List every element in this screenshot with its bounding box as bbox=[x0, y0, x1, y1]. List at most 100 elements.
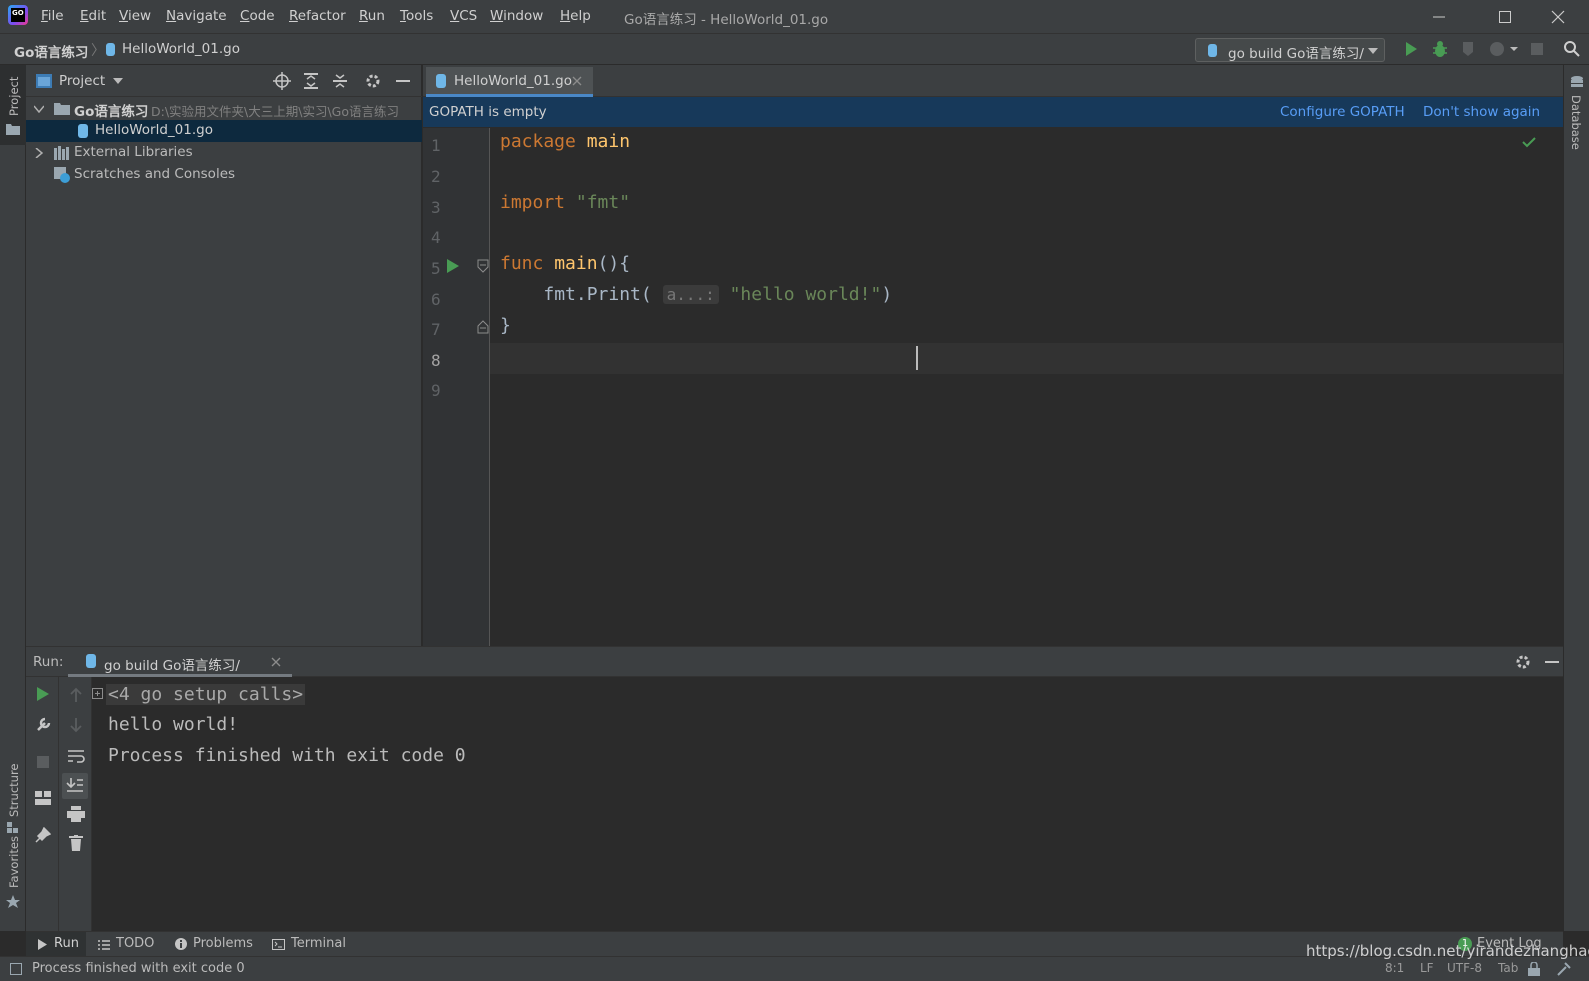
run-tab[interactable]: go build Go语言练习/ bbox=[68, 647, 292, 677]
tree-item-project-root[interactable]: Go语言练习 D:\实验用文件夹\大三上期\实习\Go语言练习 bbox=[26, 98, 422, 120]
star-icon bbox=[6, 895, 20, 908]
menu-navigate[interactable]: Navigate bbox=[166, 8, 227, 24]
call-expression: fmt.Print( bbox=[543, 284, 652, 305]
wrench-icon[interactable] bbox=[35, 717, 51, 733]
tree-item-scratches[interactable]: Scratches and Consoles bbox=[26, 164, 422, 186]
run-panel-label: Run: bbox=[33, 654, 64, 670]
database-tool-button[interactable]: Database bbox=[1564, 73, 1589, 158]
hide-panel-icon[interactable] bbox=[1544, 654, 1560, 670]
print-icon[interactable] bbox=[67, 806, 85, 822]
code-line-6[interactable]: fmt.Print( a...: "hello world!") bbox=[500, 284, 892, 305]
stop-button[interactable] bbox=[1530, 42, 1544, 56]
soft-wrap-icon[interactable] bbox=[67, 749, 85, 763]
close-tab-icon[interactable] bbox=[572, 76, 582, 86]
configure-gopath-link[interactable]: Configure GOPATH bbox=[1280, 104, 1405, 120]
search-icon bbox=[1564, 41, 1580, 57]
expand-all-icon[interactable] bbox=[303, 73, 319, 89]
right-tool-stripe: Database bbox=[1563, 65, 1589, 931]
code-line-3[interactable]: import "fmt" bbox=[500, 192, 630, 213]
run-tool-window: Run: go build Go语言练习/ <4 go setup calls>… bbox=[26, 646, 1563, 932]
tree-item-external-libraries[interactable]: External Libraries bbox=[26, 142, 422, 164]
minimize-button[interactable] bbox=[1429, 8, 1449, 26]
console-output[interactable] bbox=[92, 677, 1563, 932]
project-panel-header: Project bbox=[26, 65, 422, 97]
menu-view[interactable]: View bbox=[119, 8, 151, 24]
breadcrumb-project[interactable]: Go语言练习 bbox=[14, 41, 88, 61]
fold-open-icon[interactable] bbox=[477, 259, 489, 273]
line-separator[interactable]: LF bbox=[1420, 961, 1434, 975]
close-window-button[interactable] bbox=[1548, 8, 1568, 26]
debug-button[interactable] bbox=[1431, 40, 1449, 58]
search-everywhere-button[interactable] bbox=[1563, 40, 1581, 58]
tree-item-file[interactable]: HelloWorld_01.go bbox=[26, 120, 422, 142]
structure-tool-button[interactable]: Structure bbox=[0, 745, 26, 835]
trash-icon[interactable] bbox=[69, 835, 83, 851]
database-icon bbox=[1571, 76, 1583, 87]
hide-panel-icon[interactable] bbox=[395, 73, 411, 89]
scroll-to-end-button[interactable] bbox=[62, 773, 88, 799]
code-line-7[interactable]: } bbox=[500, 315, 511, 336]
tool-tab-terminal[interactable]: Terminal bbox=[272, 932, 362, 957]
rerun-icon[interactable] bbox=[36, 686, 50, 702]
editor-tab-helloworld[interactable]: HelloWorld_01.go bbox=[426, 67, 593, 97]
tool-tab-todo[interactable]: TODO bbox=[98, 932, 168, 957]
menu-run[interactable]: Run bbox=[359, 8, 385, 24]
run-gutter-icon[interactable] bbox=[446, 258, 460, 274]
arrow-up-icon[interactable] bbox=[69, 687, 83, 703]
run-panel-header: Run: go build Go语言练习/ bbox=[26, 647, 1563, 677]
run-button[interactable] bbox=[1404, 41, 1418, 57]
run-configuration-select[interactable]: go build Go语言练习/ bbox=[1195, 38, 1385, 62]
file-encoding[interactable]: UTF-8 bbox=[1447, 961, 1482, 975]
menu-refactor[interactable]: Refactor bbox=[289, 8, 346, 24]
gear-icon[interactable] bbox=[364, 72, 382, 90]
goland-logo: GO bbox=[8, 5, 28, 25]
menu-edit[interactable]: Edit bbox=[80, 8, 106, 24]
stop-icon[interactable] bbox=[36, 755, 50, 769]
lock-icon[interactable] bbox=[1527, 962, 1541, 976]
caret-position[interactable]: 8:1 bbox=[1385, 961, 1404, 975]
maximize-button[interactable] bbox=[1495, 8, 1515, 26]
list-icon bbox=[98, 940, 110, 950]
close-tab-icon[interactable] bbox=[271, 657, 281, 667]
tool-windows-toggle-icon[interactable] bbox=[10, 963, 22, 975]
favorites-tool-label: Favorites bbox=[7, 836, 21, 888]
minimize-icon bbox=[1433, 16, 1445, 18]
favorites-tool-button[interactable]: Favorites bbox=[0, 835, 26, 930]
profile-button[interactable] bbox=[1489, 40, 1519, 58]
fold-close-icon[interactable] bbox=[477, 320, 489, 334]
project-view-selector[interactable]: Project bbox=[59, 73, 105, 89]
console-folded-setup-calls[interactable]: <4 go setup calls> bbox=[106, 684, 306, 705]
code-line-1[interactable]: package main bbox=[500, 131, 630, 152]
indent-setting[interactable]: Tab bbox=[1498, 961, 1518, 975]
project-tool-button[interactable]: Project bbox=[0, 65, 26, 145]
menu-file[interactable]: File bbox=[41, 8, 64, 24]
menu-help[interactable]: Help bbox=[560, 8, 591, 24]
stop-icon bbox=[1531, 43, 1543, 55]
menu-vcs[interactable]: VCS bbox=[450, 8, 477, 24]
go-file-icon bbox=[436, 74, 446, 88]
run-with-coverage-button[interactable] bbox=[1460, 40, 1478, 58]
pin-icon[interactable] bbox=[35, 827, 51, 843]
layout-icon[interactable] bbox=[35, 791, 51, 805]
menu-code[interactable]: Code bbox=[240, 8, 275, 24]
editor-tab-label: HelloWorld_01.go bbox=[454, 73, 572, 89]
status-bar: Process finished with exit code 0 8:1 LF… bbox=[0, 942, 1589, 981]
tool-tab-run[interactable]: Run bbox=[26, 932, 86, 957]
inspector-icon[interactable] bbox=[1557, 962, 1571, 976]
tool-tab-problems[interactable]: Problems bbox=[175, 932, 265, 957]
gear-icon[interactable] bbox=[1514, 653, 1532, 671]
code-line-5[interactable]: func main(){ bbox=[500, 253, 630, 274]
expand-icon[interactable] bbox=[92, 688, 103, 699]
menu-window[interactable]: Window bbox=[490, 8, 543, 24]
line-number: 7 bbox=[431, 320, 441, 339]
structure-tool-label: Structure bbox=[7, 763, 21, 818]
chevron-down-icon bbox=[1368, 48, 1378, 54]
database-tool-label: Database bbox=[1569, 95, 1583, 150]
chevron-down-icon[interactable] bbox=[113, 78, 123, 84]
menu-tools[interactable]: Tools bbox=[400, 8, 433, 24]
dont-show-again-link[interactable]: Don't show again bbox=[1423, 104, 1540, 120]
breadcrumb-file[interactable]: HelloWorld_01.go bbox=[122, 41, 240, 57]
arrow-down-icon[interactable] bbox=[69, 717, 83, 733]
collapse-all-icon[interactable] bbox=[332, 73, 348, 89]
locate-file-icon[interactable] bbox=[273, 72, 291, 90]
